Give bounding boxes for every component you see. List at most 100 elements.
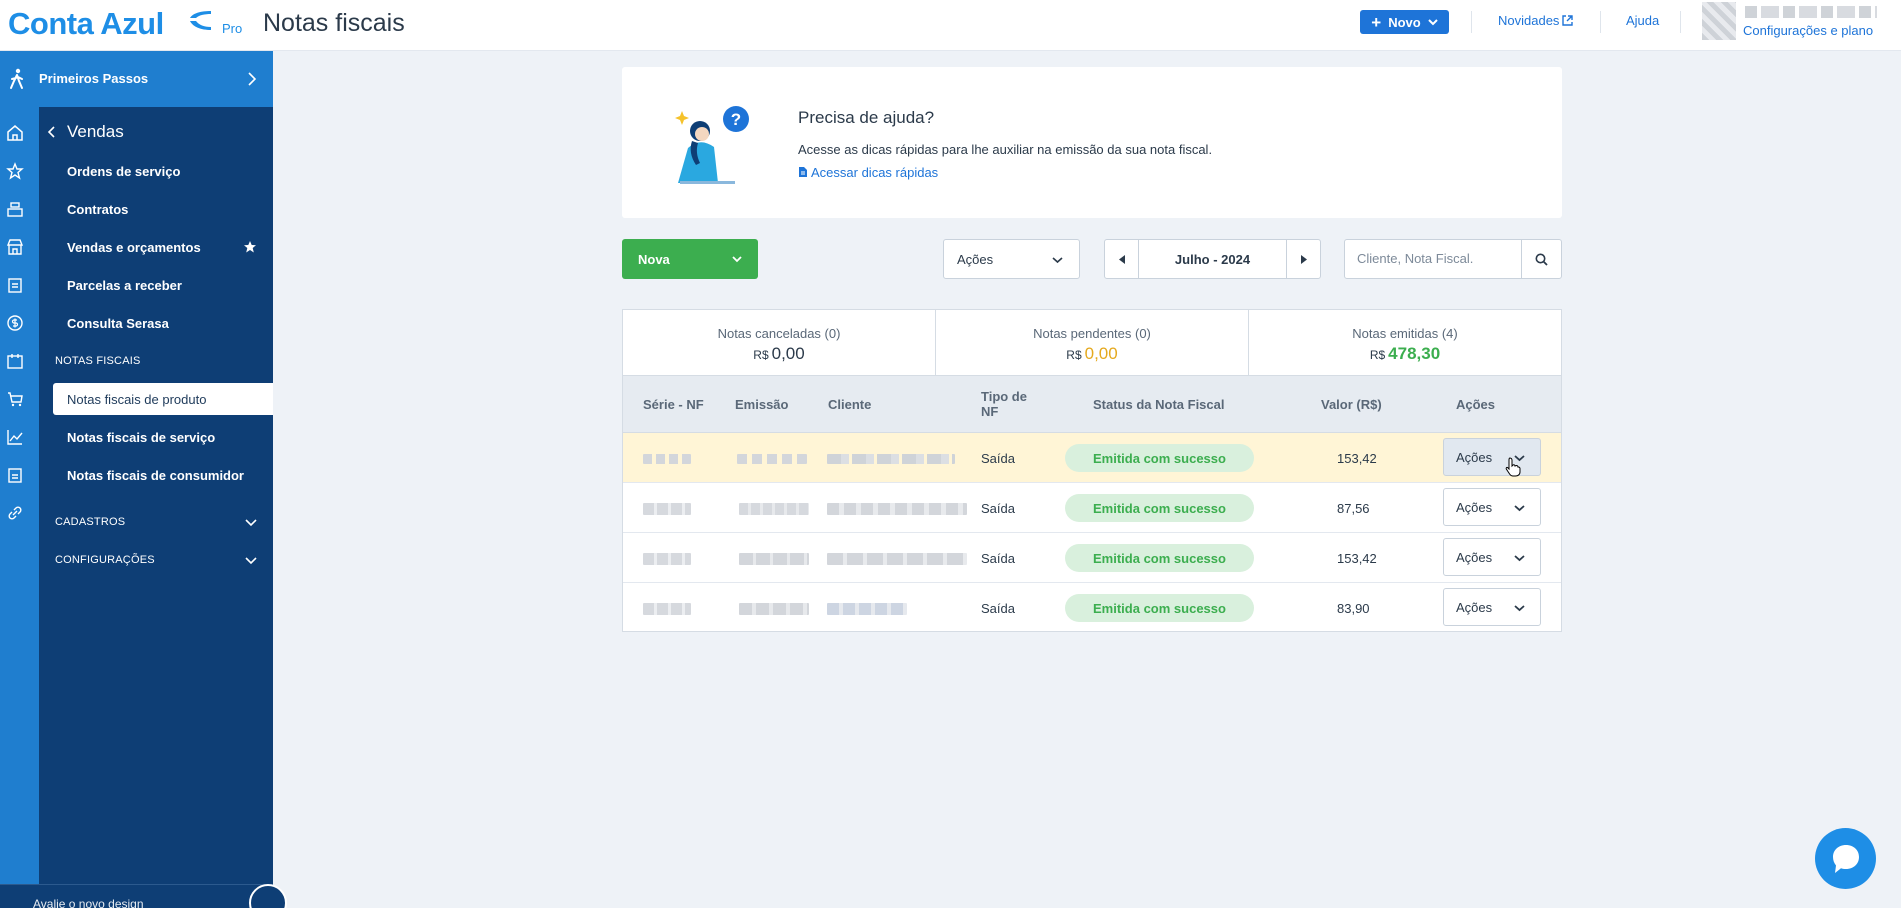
chat-bubble-icon — [1833, 845, 1859, 873]
nova-label: Nova — [638, 252, 670, 267]
currency-symbol: R$ — [1066, 348, 1082, 362]
sidebar-item-nf-servico[interactable]: Notas fiscais de serviço — [67, 430, 215, 445]
chevron-left-icon[interactable] — [47, 126, 56, 138]
row-acoes-button[interactable]: Ações — [1443, 538, 1541, 576]
icon-rail — [0, 51, 39, 908]
novidades-label: Novidades — [1498, 13, 1560, 28]
summary-emitidas[interactable]: Notas emitidas (4) R$ 478,30 — [1249, 310, 1561, 375]
redacted-cliente — [827, 503, 967, 515]
calendar-money-icon[interactable] — [6, 352, 24, 370]
dollar-circle-icon[interactable] — [6, 314, 24, 332]
emitidas-value: 478,30 — [1388, 344, 1441, 363]
walking-person-icon — [10, 68, 23, 89]
table-header: Série - NF Emissão Cliente Tipo de NF St… — [623, 376, 1561, 433]
pendentes-label: Notas pendentes (0) — [1033, 326, 1151, 341]
row-acoes-button[interactable]: Ações — [1443, 438, 1541, 476]
store-icon[interactable] — [6, 238, 24, 256]
cadastros-section[interactable]: CADASTROS — [55, 516, 125, 528]
sidebar-item-ordens-servico[interactable]: Ordens de serviço — [67, 164, 180, 179]
collapse-sidebar-button[interactable] — [249, 884, 287, 908]
topbar-divider — [1600, 11, 1601, 33]
tipo-nf: Saída — [981, 601, 1015, 616]
table-row[interactable]: Saída Emitida com sucesso 153,42 Ações — [623, 433, 1561, 483]
chevron-down-icon[interactable] — [245, 557, 257, 565]
dicas-rapidas-link[interactable]: Acessar dicas rápidas — [798, 165, 938, 180]
checklist-icon[interactable] — [6, 466, 24, 484]
sidebar-item-parcelas-receber[interactable]: Parcelas a receber — [67, 278, 182, 293]
sidebar-item-vendas-orcamentos[interactable]: Vendas e orçamentos — [67, 240, 201, 255]
next-month-button[interactable] — [1286, 240, 1320, 278]
previous-month-button[interactable] — [1105, 240, 1139, 278]
notas-fiscais-header: NOTAS FISCAIS — [55, 355, 141, 367]
sidebar-item-consulta-serasa[interactable]: Consulta Serasa — [67, 316, 169, 331]
header-status[interactable]: Status da Nota Fiscal — [1093, 397, 1224, 412]
currency-symbol: R$ — [753, 348, 769, 362]
table-row[interactable]: Saída Emitida com sucesso 153,42 Ações — [623, 533, 1561, 583]
header-valor[interactable]: Valor (R$) — [1321, 397, 1382, 412]
primeiros-passos-item[interactable]: Primeiros Passos — [0, 51, 273, 107]
caret-right-icon — [1300, 254, 1307, 264]
header-serie[interactable]: Série - NF — [643, 397, 704, 412]
plus-icon: + — [1371, 12, 1382, 32]
favorite-star-icon[interactable] — [243, 240, 257, 254]
search-box — [1344, 239, 1562, 279]
home-icon[interactable] — [6, 124, 24, 142]
tipo-nf: Saída — [981, 501, 1015, 516]
redacted-emissao — [739, 603, 809, 615]
redacted-emissao — [739, 503, 809, 515]
header-emissao[interactable]: Emissão — [735, 397, 788, 412]
search-input[interactable] — [1357, 251, 1517, 266]
sidebar-item-contratos[interactable]: Contratos — [67, 202, 128, 217]
star-icon[interactable] — [6, 162, 24, 180]
search-button[interactable] — [1521, 240, 1561, 278]
valor: 153,42 — [1337, 451, 1377, 466]
chart-line-icon[interactable] — [6, 428, 24, 446]
novo-button[interactable]: + Novo — [1360, 10, 1449, 34]
month-label: Julho - 2024 — [1174, 252, 1251, 267]
brand-mark-icon — [190, 11, 211, 30]
cart-icon[interactable] — [6, 390, 24, 408]
header-tipo[interactable]: Tipo de NF — [981, 389, 1041, 419]
summary-pendentes[interactable]: Notas pendentes (0) R$ 0,00 — [936, 310, 1249, 375]
header-cliente[interactable]: Cliente — [828, 397, 871, 412]
acoes-dropdown[interactable]: Ações — [943, 239, 1080, 279]
chat-button[interactable] — [1815, 828, 1876, 889]
chevron-down-icon[interactable] — [245, 519, 257, 527]
table-row[interactable]: Saída Emitida com sucesso 83,90 Ações — [623, 583, 1561, 633]
vendas-section-title[interactable]: Vendas — [67, 122, 124, 142]
top-bar: Conta Azul Pro Notas fiscais + Novo Novi… — [0, 0, 1901, 51]
sidebar-item-nf-consumidor[interactable]: Notas fiscais de consumidor — [67, 468, 244, 483]
row-acoes-label: Ações — [1456, 550, 1493, 565]
help-woman-illustration-icon: ? — [675, 106, 749, 184]
table-row[interactable]: Saída Emitida com sucesso 87,56 Ações — [623, 483, 1561, 533]
feedback-bar[interactable]: Avalie o novo design — [0, 884, 273, 908]
sidebar-item-nf-produto[interactable]: Notas fiscais de produto — [67, 392, 206, 407]
document-icon — [799, 167, 807, 177]
redacted-serie — [643, 603, 691, 615]
novidades-link[interactable]: Novidades — [1498, 13, 1574, 28]
acoes-dropdown-label: Ações — [957, 252, 994, 267]
valor: 153,42 — [1337, 551, 1377, 566]
ajuda-link[interactable]: Ajuda — [1626, 13, 1659, 28]
chevron-right-icon — [248, 72, 257, 86]
row-acoes-button[interactable]: Ações — [1443, 588, 1541, 626]
header-acoes: Ações — [1456, 397, 1496, 412]
canceladas-value-wrap: R$ 0,00 — [623, 344, 935, 364]
summary-canceladas[interactable]: Notas canceladas (0) R$ 0,00 — [623, 310, 936, 375]
row-acoes-button[interactable]: Ações — [1443, 488, 1541, 526]
configuracoes-section[interactable]: CONFIGURAÇÕES — [55, 554, 155, 566]
valor: 87,56 — [1337, 501, 1370, 516]
row-acoes-label: Ações — [1456, 500, 1493, 515]
avatar[interactable] — [1702, 2, 1736, 40]
canceladas-value: 0,00 — [771, 344, 805, 363]
redacted-serie — [643, 553, 691, 565]
status-badge: Emitida com sucesso — [1065, 444, 1254, 472]
nova-button[interactable]: Nova — [622, 239, 758, 279]
config-plan-link[interactable]: Configurações e plano — [1743, 23, 1873, 38]
cash-register-icon[interactable] — [6, 200, 24, 218]
link-icon[interactable] — [6, 504, 24, 522]
redacted-serie — [643, 454, 691, 464]
app-logo[interactable]: Conta Azul — [8, 6, 164, 42]
clipboard-icon[interactable] — [6, 276, 24, 294]
topbar-divider — [1471, 11, 1472, 33]
